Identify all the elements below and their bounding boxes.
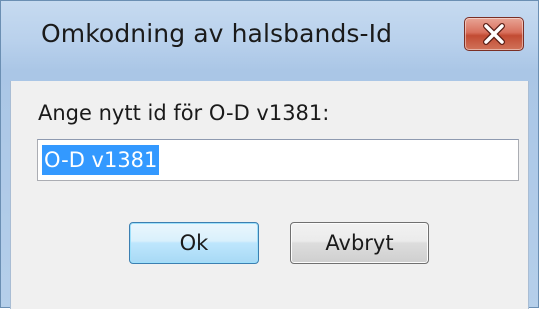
new-id-label: Ange nytt id för O-D v1381: [38,101,330,125]
new-id-input[interactable]: O-D v1381 [37,139,519,181]
dialog-window: Omkodning av halsbands-Id Ange nytt id f… [0,0,539,309]
window-title: Omkodning av halsbands-Id [41,19,393,48]
cancel-button[interactable]: Avbryt [290,222,429,264]
ok-button[interactable]: Ok [129,222,259,264]
dialog-body: Ange nytt id för O-D v1381: O-D v1381 Ok… [10,81,529,309]
close-button[interactable] [464,17,524,51]
selected-input-text[interactable]: O-D v1381 [42,145,160,175]
title-bar[interactable]: Omkodning av halsbands-Id [1,1,538,79]
